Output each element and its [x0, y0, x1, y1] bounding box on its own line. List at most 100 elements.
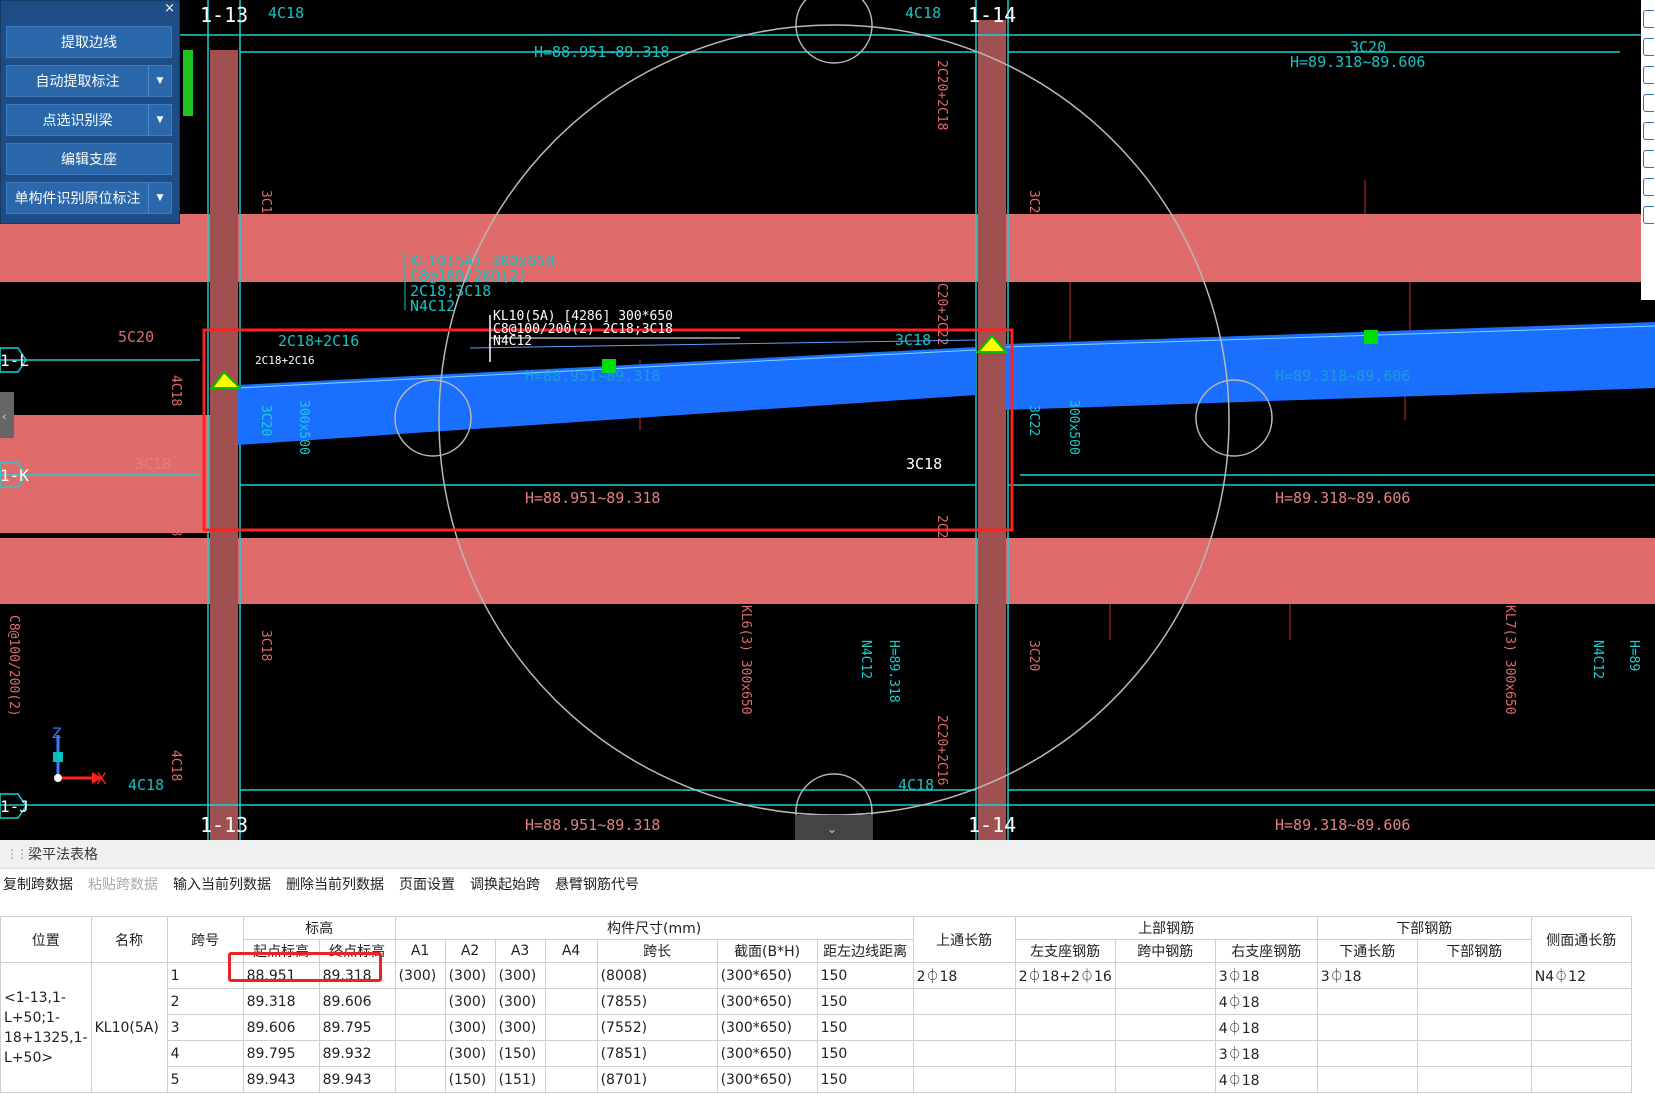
table-cell-mid[interactable]	[1114, 962, 1216, 989]
table-cell-dist[interactable]: 150	[816, 1066, 914, 1093]
col-header-span-length[interactable]: 跨长	[596, 939, 718, 963]
table-cell-a3[interactable]: (151)	[494, 1066, 546, 1093]
view-icon[interactable]	[1643, 94, 1654, 112]
table-cell-dist[interactable]: 150	[816, 988, 914, 1015]
table-cell-bthru[interactable]	[1316, 1066, 1418, 1093]
table-cell-a1[interactable]: (300)	[394, 962, 446, 989]
col-header-a2[interactable]: A2	[444, 939, 496, 963]
table-row[interactable]: 2 89.318 89.606 (300) (300) (7855) (300*650) 15…	[1, 988, 1632, 1015]
table-cell-right[interactable]: 3⏀18	[1214, 962, 1318, 989]
table-cell-end[interactable]: 89.795	[318, 1014, 396, 1041]
table-cell-section[interactable]: (300*650)	[716, 1040, 818, 1067]
col-header-bottom[interactable]: 下部钢筋	[1416, 939, 1532, 963]
single-component-annotation-button[interactable]: 单构件识别原位标注 ▼	[6, 182, 172, 214]
position-cell[interactable]: <1-13,1-L+50;1-18+1325,1-L+50>	[0, 962, 92, 1093]
table-cell-side[interactable]	[1530, 988, 1632, 1015]
table-cell-len[interactable]: (7552)	[596, 1014, 718, 1041]
swap-start-span-button[interactable]: 调换起始跨	[470, 874, 540, 894]
name-cell[interactable]: KL10(5A)	[90, 962, 168, 1093]
table-cell-a4[interactable]	[544, 1040, 598, 1067]
table-cell-span[interactable]: 4	[166, 1040, 244, 1067]
table-cell-section[interactable]: (300*650)	[716, 1014, 818, 1041]
input-column-data-button[interactable]: 输入当前列数据	[173, 874, 271, 894]
table-cell-a1[interactable]	[394, 1014, 446, 1041]
zoom-window-icon[interactable]	[1643, 150, 1654, 168]
table-cell-a4[interactable]	[544, 1066, 598, 1093]
orbit-icon[interactable]	[1643, 10, 1654, 28]
table-cell-end[interactable]: 89.318	[318, 962, 396, 989]
table-cell-span[interactable]: 2	[166, 988, 244, 1015]
table-row[interactable]: <1-13,1-L+50;1-18+1325,1-L+50> KL10(5A) 1 8…	[0, 962, 1632, 1093]
table-cell-section[interactable]: (300*650)	[716, 962, 818, 989]
box-icon[interactable]	[1643, 122, 1654, 140]
table-row[interactable]: 5 89.943 89.943 (150) (151) (8701) (300*650) 15…	[1, 1066, 1632, 1093]
col-header-left-support[interactable]: 左支座钢筋	[1014, 939, 1116, 963]
cube-icon[interactable]	[1643, 66, 1654, 84]
table-cell-a3[interactable]: (300)	[494, 988, 546, 1015]
table-cell-mid[interactable]	[1114, 988, 1216, 1015]
table-cell-span[interactable]: 3	[166, 1014, 244, 1041]
list-icon[interactable]	[1643, 206, 1654, 224]
edit-support-button[interactable]: 编辑支座	[6, 143, 172, 175]
table-cell-left[interactable]: 2⏀18+2⏀16	[1014, 962, 1116, 989]
table-cell-section[interactable]: (300*650)	[716, 1066, 818, 1093]
chevron-left-icon[interactable]: ‹	[2, 410, 6, 423]
table-cell-end[interactable]: 89.943	[318, 1066, 396, 1093]
grip-point[interactable]	[1364, 330, 1378, 344]
table-cell-top[interactable]	[912, 988, 1016, 1015]
col-header-a4[interactable]: A4	[544, 939, 598, 963]
table-cell-mid[interactable]	[1114, 1040, 1216, 1067]
table-cell-right[interactable]: 3⏀18	[1214, 1040, 1318, 1067]
table-cell-bot[interactable]	[1416, 962, 1532, 989]
col-header-bottom-through[interactable]: 下通长筋	[1316, 939, 1418, 963]
table-cell-bthru[interactable]: 3⏀18	[1316, 962, 1418, 989]
table-cell-a4[interactable]	[544, 1014, 598, 1041]
extract-edge-button[interactable]: 提取边线	[6, 26, 172, 58]
table-cell-a2[interactable]: (150)	[444, 1066, 496, 1093]
table-cell-a1[interactable]	[394, 988, 446, 1015]
column-1-14[interactable]	[978, 20, 1006, 840]
table-cell-bot[interactable]	[1416, 988, 1532, 1015]
col-header-edge-distance[interactable]: 距左边线距离	[816, 939, 914, 963]
dropdown-arrow-icon[interactable]: ▼	[148, 105, 171, 135]
col-header-elevation[interactable]: 标高	[242, 916, 396, 940]
table-cell-left[interactable]	[1014, 1040, 1116, 1067]
table-cell-a4[interactable]	[544, 962, 598, 989]
cad-viewport[interactable]: ⌄ ‹ 1-13 1-14 1-13 1-14 1-L 1-K 1-J 4C18…	[0, 0, 1655, 840]
table-cell-section[interactable]: (300*650)	[716, 988, 818, 1015]
dropdown-arrow-icon[interactable]: ▼	[148, 183, 171, 213]
table-cell-a2[interactable]: (300)	[444, 1040, 496, 1067]
col-header-a1[interactable]: A1	[394, 939, 446, 963]
table-cell-start[interactable]: 89.943	[242, 1066, 320, 1093]
col-header-top-through[interactable]: 上通长筋	[912, 916, 1016, 963]
table-cell-side[interactable]	[1530, 1066, 1632, 1093]
table-cell-a2[interactable]: (300)	[444, 962, 496, 989]
column-1-13[interactable]	[210, 50, 238, 840]
drag-grip-icon[interactable]: ⋮⋮	[6, 847, 28, 861]
table-cell-dist[interactable]: 150	[816, 962, 914, 989]
col-header-position[interactable]: 位置	[0, 916, 92, 963]
col-header-start-elevation[interactable]: 起点标高	[242, 939, 320, 963]
col-header-mid-span[interactable]: 跨中钢筋	[1114, 939, 1216, 963]
auto-extract-annotation-button[interactable]: 自动提取标注 ▼	[6, 65, 172, 97]
copy-span-data-button[interactable]: 复制跨数据	[3, 874, 73, 894]
table-cell-a4[interactable]	[544, 988, 598, 1015]
col-header-span[interactable]: 跨号	[166, 916, 244, 963]
table-cell-mid[interactable]	[1114, 1014, 1216, 1041]
table-cell-mid[interactable]	[1114, 1066, 1216, 1093]
2d-view-icon[interactable]	[1643, 38, 1654, 56]
table-cell-right[interactable]: 4⏀18	[1214, 1066, 1318, 1093]
col-header-section[interactable]: 截面(B*H)	[716, 939, 818, 963]
page-setup-button[interactable]: 页面设置	[399, 874, 455, 894]
beam-horizontal-top[interactable]	[0, 214, 1655, 282]
col-header-a3[interactable]: A3	[494, 939, 546, 963]
col-header-right-support[interactable]: 右支座钢筋	[1214, 939, 1318, 963]
table-cell-top[interactable]: 2⏀18	[912, 962, 1016, 989]
table-cell-start[interactable]: 89.318	[242, 988, 320, 1015]
table-cell-bthru[interactable]	[1316, 1040, 1418, 1067]
table-cell-side[interactable]: N4⏀12	[1530, 962, 1632, 989]
col-header-name[interactable]: 名称	[90, 916, 168, 963]
table-cell-end[interactable]: 89.932	[318, 1040, 396, 1067]
table-cell-bot[interactable]	[1416, 1014, 1532, 1041]
table-cell-bthru[interactable]	[1316, 988, 1418, 1015]
